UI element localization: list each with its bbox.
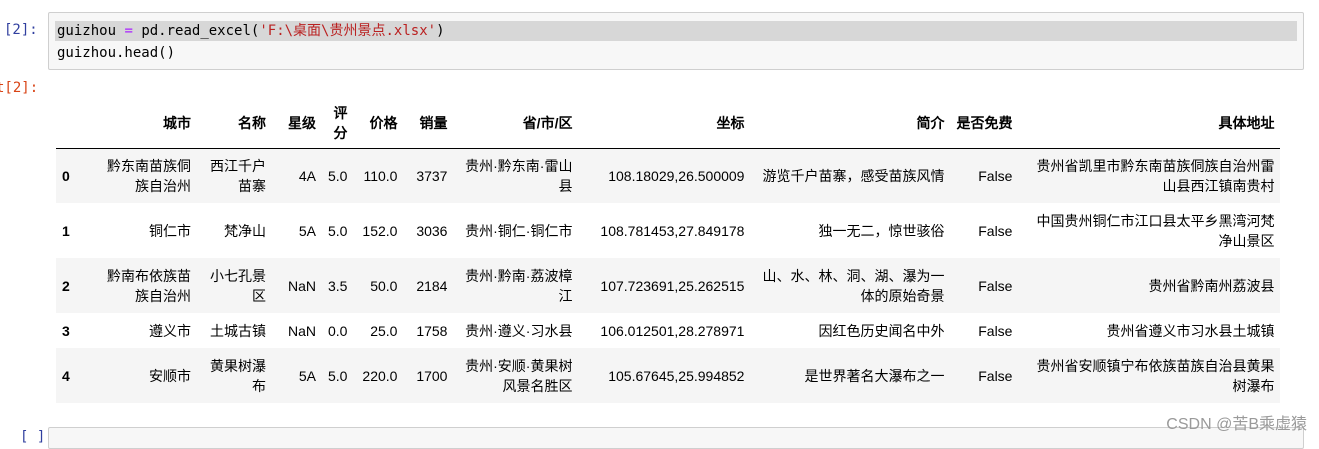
- table-cell: 安顺市: [149, 367, 191, 384]
- code-line-1[interactable]: guizhou = pd.read_excel('F:\桌面\贵州景点.xlsx…: [57, 21, 445, 41]
- table-row: 1 铜仁市 梵净山 5A 5.0 152.0 3036 贵州·铜仁·铜仁市 108.781453…: [56, 203, 1280, 258]
- column-header: 星级: [272, 98, 322, 149]
- table-cell: 山、水、林、洞、湖、瀑为一体的原始奇景: [762, 267, 945, 304]
- table-cell: 贵州·黔南·荔波樟江: [465, 267, 573, 304]
- table-cell: 游览千户苗寨，感受苗族风情: [762, 167, 945, 184]
- input-prompt: [2]:: [4, 22, 38, 38]
- table-cell: 西江千户苗寨: [210, 157, 266, 194]
- output-prompt: t[2]:: [0, 80, 39, 96]
- table-cell: 106.012501,28.278971: [600, 322, 745, 339]
- table-cell: 贵州·铜仁·铜仁市: [465, 222, 573, 239]
- table-cell: False: [978, 367, 1013, 384]
- table-header: 城市 名称 星级 评分 价格 销量 省/市/区 坐标 简介 是否免费 具体地址: [56, 98, 1281, 149]
- table-cell: 1758: [416, 322, 448, 339]
- column-header: 坐标: [578, 98, 751, 149]
- row-index: 1: [62, 222, 70, 239]
- table-cell: 黔南布依族苗族自治州: [107, 267, 191, 304]
- table-row: 2 黔南布依族苗族自治州 小七孔景区 NaN 3.5 50.0 2184 贵州·黔南·荔波樟江…: [56, 258, 1281, 313]
- table-cell: 152.0: [362, 222, 398, 239]
- table-cell: 5A: [298, 222, 316, 239]
- table-cell: 黔东南苗族侗族自治州: [107, 157, 191, 194]
- table-cell: False: [978, 322, 1013, 339]
- code-call: pd.read_excel(: [141, 23, 260, 39]
- code-variable: guizhou: [57, 23, 117, 39]
- table-row: 4 安顺市 黄果树瀑布 5A 5.0 220.0 1700 贵州·安顺·黄果树风景名胜区 105…: [56, 348, 1281, 403]
- table-cell: 105.67645,25.994852: [608, 367, 745, 384]
- column-header: 名称: [197, 98, 272, 149]
- table-cell: 5A: [298, 367, 316, 384]
- table-cell: 梵净山: [224, 222, 266, 239]
- watermark: CSDN @苦B乘虚猿: [1166, 416, 1307, 433]
- code-input-cell[interactable]: guizhou = pd.read_excel('F:\桌面\贵州景点.xlsx…: [48, 12, 1304, 70]
- code-close-paren: ): [436, 23, 445, 39]
- table-cell: False: [978, 222, 1013, 239]
- code-string: 'F:\桌面\贵州景点.xlsx': [259, 23, 437, 39]
- column-header: 评分: [322, 98, 354, 149]
- table-cell: 贵州省安顺镇宁布依族苗族自治县黄果树瀑布: [1036, 357, 1275, 394]
- table-cell: False: [978, 167, 1013, 184]
- header-row: 城市 名称 星级 评分 价格 销量 省/市/区 坐标 简介 是否免费 具体地址: [56, 98, 1281, 149]
- table-cell: 0.0: [328, 322, 348, 339]
- table-cell: 黄果树瀑布: [210, 357, 266, 394]
- table-cell: 小七孔景区: [210, 267, 266, 304]
- table-cell: 贵州省黔南州荔波县: [1148, 277, 1275, 294]
- code-line-2[interactable]: guizhou.head(): [57, 43, 175, 63]
- row-index: 0: [62, 167, 70, 184]
- table-cell: 遵义市: [149, 322, 191, 339]
- column-header: 城市: [92, 98, 197, 149]
- table-cell: 中国贵州铜仁市江口县太平乡黑湾河梵净山景区: [1036, 212, 1275, 249]
- table-cell: 5.0: [328, 222, 348, 239]
- table-cell: 贵州·遵义·习水县: [465, 322, 573, 339]
- table-cell: 因红色历史闻名中外: [818, 322, 945, 339]
- table-cell: 5.0: [328, 367, 348, 384]
- table-cell: 2184: [416, 277, 448, 294]
- table-cell: NaN: [287, 277, 316, 294]
- row-index: 4: [62, 367, 70, 384]
- table-cell: 220.0: [362, 367, 398, 384]
- table-cell: 3036: [416, 222, 448, 239]
- table-row: 0 黔东南苗族侗族自治州 西江千户苗寨 4A 5.0 110.0 3737 贵州·黔东南·雷山…: [56, 148, 1281, 203]
- table-body: 0 黔东南苗族侗族自治州 西江千户苗寨 4A 5.0 110.0 3737 贵州·黔东南·雷山…: [56, 148, 1281, 403]
- column-header: [56, 98, 92, 149]
- row-index: 2: [62, 277, 70, 294]
- table-cell: 贵州省遵义市习水县土城镇: [1106, 322, 1275, 339]
- table-cell: 贵州·黔东南·雷山县: [465, 157, 573, 194]
- column-header: 价格: [353, 98, 404, 149]
- column-header: 销量: [403, 98, 454, 149]
- row-index: 3: [62, 322, 70, 339]
- table-cell: 5.0: [328, 167, 348, 184]
- table-cell: 贵州·安顺·黄果树风景名胜区: [465, 357, 573, 394]
- table-cell: NaN: [287, 322, 316, 339]
- table-cell: 108.781453,27.849178: [600, 222, 745, 239]
- column-header: 简介: [750, 98, 951, 149]
- table-cell: 50.0: [370, 277, 398, 294]
- table-cell: 1700: [416, 367, 448, 384]
- code-input-cell-2[interactable]: [48, 427, 1304, 449]
- table-cell: 独一无二，惊世骇俗: [818, 222, 945, 239]
- column-header: 省/市/区: [453, 98, 579, 149]
- table-cell: 铜仁市: [149, 222, 191, 239]
- column-header: 是否免费: [950, 98, 1019, 149]
- table-cell: 108.18029,26.500009: [608, 167, 745, 184]
- table-cell: 是世界著名大瀑布之一: [804, 367, 945, 384]
- table-cell: 贵州省凯里市黔东南苗族侗族自治州雷山县西江镇南贵村: [1036, 157, 1275, 194]
- table-cell: 土城古镇: [210, 322, 266, 339]
- table-cell: 3.5: [328, 277, 348, 294]
- table-cell: 25.0: [370, 322, 398, 339]
- table-cell: 110.0: [363, 167, 398, 184]
- table-cell: 4A: [298, 167, 316, 184]
- table-row: 3 遵义市 土城古镇 NaN 0.0 25.0 1758 贵州·遵义·习水县 106.01250…: [56, 313, 1280, 348]
- dataframe-table: 城市 名称 星级 评分 价格 销量 省/市/区 坐标 简介 是否免费 具体地址 0 黔东南苗族侗族自治…: [56, 98, 1281, 403]
- table-cell: 107.723691,25.262515: [600, 277, 745, 294]
- column-header: 具体地址: [1018, 98, 1281, 149]
- code-operator: =: [124, 23, 133, 39]
- table-cell: 3737: [416, 167, 448, 184]
- table-cell: False: [978, 277, 1013, 294]
